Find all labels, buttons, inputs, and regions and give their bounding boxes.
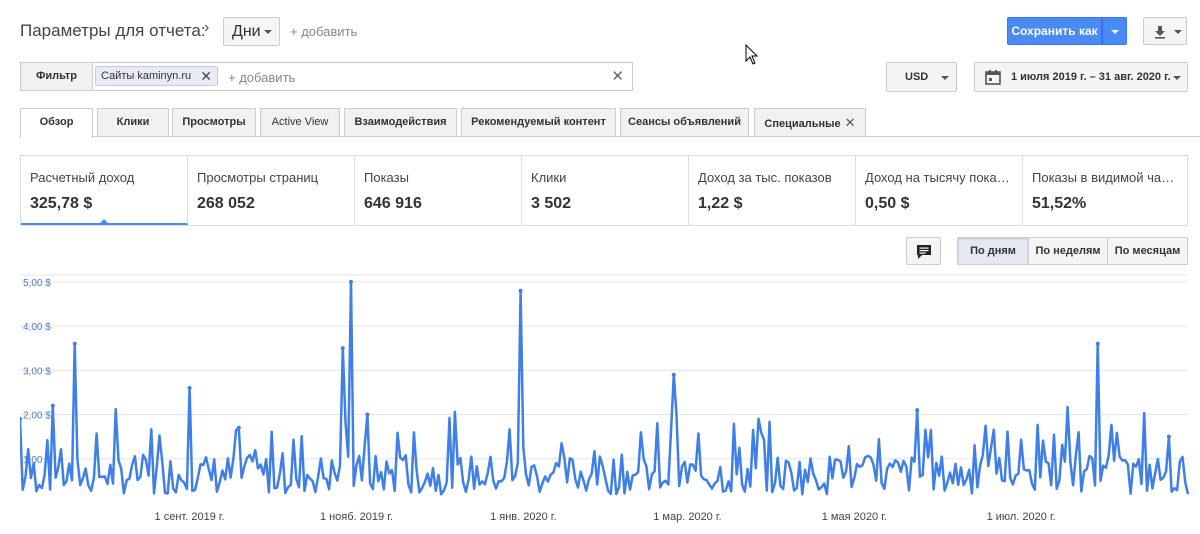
chevron-down-icon <box>264 30 272 34</box>
filter-bar: Фильтр Сайты kaminyn.ru ✕ + добавить ✕ <box>20 62 633 91</box>
metric-clicks[interactable]: Клики 3 502 <box>522 156 689 225</box>
metric-page-rpm[interactable]: Доход на тысячу пока… 0,50 $ <box>856 156 1023 225</box>
metric-value: 0,50 $ <box>865 195 910 212</box>
metric-label: Просмотры страниц <box>197 170 319 185</box>
close-icon[interactable]: ✕ <box>845 115 856 130</box>
period-monthly-button[interactable]: По месяцам <box>1108 238 1187 264</box>
tab-clicks[interactable]: Клики <box>97 108 169 136</box>
x-tick-label: 1 сент. 2019 г. <box>155 511 225 523</box>
data-point <box>348 279 353 284</box>
data-point <box>72 341 77 346</box>
save-as-button[interactable]: Сохранить как <box>1007 17 1102 45</box>
tab-recommended-content[interactable]: Рекомендуемый контент <box>461 108 616 136</box>
page-title: Параметры для отчета: <box>20 21 206 40</box>
chevron-down-icon <box>1111 30 1119 34</box>
x-tick-label: 1 июл. 2020 г. <box>987 511 1056 523</box>
mouse-cursor-icon <box>745 44 759 65</box>
period-toggle: По дням По неделям По месяцам <box>957 237 1188 265</box>
x-tick-label: 1 нояб. 2019 г. <box>320 511 393 523</box>
tab-active-view[interactable]: Active View <box>260 108 340 136</box>
tab-custom-label: Специальные <box>764 118 841 130</box>
metric-page-views[interactable]: Просмотры страниц 268 052 <box>188 156 355 225</box>
metric-value: 325,78 $ <box>30 195 93 212</box>
dimension-select[interactable]: Дни <box>223 17 280 46</box>
selected-indicator <box>98 219 110 223</box>
metric-label: Показы <box>364 170 409 185</box>
y-tick-label: 4,00 $ <box>23 322 51 333</box>
y-tick-label: 3,00 $ <box>23 366 51 377</box>
metric-value: 268 052 <box>197 195 255 212</box>
data-point <box>518 288 523 293</box>
y-tick-label: 5,00 $ <box>23 278 51 289</box>
chevron-right-icon: › <box>204 19 210 36</box>
x-tick-label: 1 мар. 2020 г. <box>653 511 721 523</box>
metric-label: Расчетный доход <box>30 170 135 185</box>
line-chart: 5,00 $4,00 $3,00 $2,00 $1,00 $1 сент. 20… <box>18 274 1190 523</box>
metrics-scorecard: Расчетный доход 325,78 $ Просмотры стран… <box>20 155 1188 226</box>
metric-label: Доход за тыс. показов <box>698 170 832 185</box>
dimension-value: Дни <box>232 23 261 40</box>
metric-value: 3 502 <box>531 195 572 212</box>
date-range-value: 1 июля 2019 г. – 31 авг. 2020 г. <box>1011 71 1171 83</box>
data-point <box>1166 434 1171 439</box>
report-tabs: Обзор Клики Просмотры Active View Взаимо… <box>20 108 1200 138</box>
data-point <box>50 403 55 408</box>
currency-value: USD <box>905 71 929 83</box>
data-point <box>236 425 241 430</box>
period-daily-button[interactable]: По дням <box>958 238 1029 264</box>
metric-impressions[interactable]: Показы 646 916 <box>355 156 522 225</box>
y-tick-label: 2,00 $ <box>23 411 51 422</box>
comment-icon <box>917 245 931 259</box>
data-point <box>1095 341 1100 346</box>
filter-button[interactable]: Фильтр <box>21 63 93 90</box>
metric-viewable-impressions[interactable]: Показы в видимой ча… 51,52% <box>1023 156 1187 225</box>
close-icon[interactable]: ✕ <box>200 68 212 85</box>
data-point <box>365 412 370 417</box>
data-point <box>915 408 920 413</box>
metric-impression-rpm[interactable]: Доход за тыс. показов 1,22 $ <box>689 156 856 225</box>
report-header: Параметры для отчета: › Дни + добавить С… <box>0 0 1200 65</box>
tab-custom[interactable]: Специальные ✕ <box>754 108 866 136</box>
date-range-picker[interactable]: 1 июля 2019 г. – 31 авг. 2020 г. <box>974 62 1188 92</box>
period-weekly-button[interactable]: По неделям <box>1029 238 1108 264</box>
filter-chip-sites[interactable]: Сайты kaminyn.ru ✕ <box>95 66 218 86</box>
tab-overview[interactable]: Обзор <box>20 108 93 138</box>
metric-label: Клики <box>531 170 567 185</box>
data-point <box>671 372 676 377</box>
clear-filter-icon[interactable]: ✕ <box>611 67 624 85</box>
download-icon <box>1155 26 1165 39</box>
chevron-down-icon <box>1174 30 1182 34</box>
earnings-series-line <box>18 280 1190 496</box>
filter-chip-label: Сайты kaminyn.ru <box>101 70 192 82</box>
earnings-chart: 5,00 $4,00 $3,00 $2,00 $1,00 $1 сент. 20… <box>18 273 1190 528</box>
download-button[interactable] <box>1143 17 1187 45</box>
data-point <box>187 386 192 390</box>
data-point <box>340 346 345 351</box>
metric-value: 646 916 <box>364 195 422 212</box>
currency-select[interactable]: USD <box>886 62 957 92</box>
chevron-down-icon <box>1173 76 1181 80</box>
tab-ad-sessions[interactable]: Сеансы объявлений <box>620 108 749 136</box>
annotations-button[interactable] <box>906 237 941 265</box>
x-tick-label: 1 мая 2020 г. <box>822 511 887 523</box>
data-point <box>18 416 22 421</box>
save-as-dropdown-button[interactable] <box>1102 17 1127 45</box>
metric-value: 51,52% <box>1032 195 1087 212</box>
metric-label: Показы в видимой ча… <box>1032 170 1175 185</box>
add-filter-link[interactable]: + добавить <box>228 70 295 85</box>
chevron-down-icon <box>941 76 949 80</box>
metric-label: Доход на тысячу пока… <box>865 170 1010 185</box>
calendar-icon <box>985 70 1001 85</box>
x-tick-label: 1 янв. 2020 г. <box>490 511 556 523</box>
metric-value: 1,22 $ <box>698 195 743 212</box>
tab-views[interactable]: Просмотры <box>172 108 256 136</box>
metric-estimated-earnings[interactable]: Расчетный доход 325,78 $ <box>21 156 188 225</box>
tab-interactions[interactable]: Взаимодействия <box>344 108 457 136</box>
add-dimension-link[interactable]: + добавить <box>290 24 357 39</box>
